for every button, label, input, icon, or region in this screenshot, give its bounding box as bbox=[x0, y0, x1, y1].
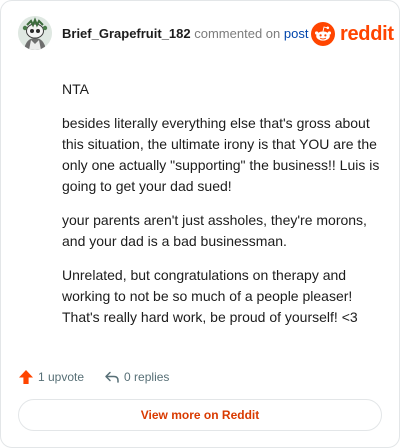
comment-body: NTA besides literally everything else th… bbox=[62, 79, 382, 341]
comment-paragraph: NTA bbox=[62, 81, 89, 97]
view-more-button[interactable]: View more on Reddit bbox=[18, 399, 382, 431]
upvote-count: 1 upvote bbox=[38, 370, 85, 384]
upvote-arrow-icon bbox=[19, 370, 33, 384]
reply-arrow-icon bbox=[105, 371, 119, 383]
user-avatar[interactable] bbox=[18, 16, 52, 50]
upvote-button[interactable]: 1 upvote bbox=[18, 369, 84, 385]
comment-paragraph: your parents aren't just assholes, they'… bbox=[62, 212, 367, 249]
snoo-avatar-icon bbox=[18, 16, 52, 50]
comment-embed-card: Brief_Grapefruit_182 commented on post r… bbox=[0, 0, 400, 448]
commented-on-text: commented on bbox=[194, 26, 281, 41]
reddit-logo[interactable]: reddit bbox=[311, 21, 394, 47]
comment-meta: Brief_Grapefruit_182 commented on post bbox=[62, 26, 308, 42]
comment-actions: 1 upvote 0 replies bbox=[18, 367, 169, 387]
post-link[interactable]: post bbox=[284, 26, 309, 41]
reply-button[interactable]: 0 replies bbox=[104, 369, 169, 385]
author-name[interactable]: Brief_Grapefruit_182 bbox=[62, 26, 191, 41]
comment-paragraph: besides literally everything else that's… bbox=[62, 115, 380, 194]
reply-count: 0 replies bbox=[124, 370, 170, 384]
reddit-wordmark: reddit bbox=[340, 23, 394, 45]
comment-paragraph: Unrelated, but congratulations on therap… bbox=[62, 267, 358, 325]
comment-header: Brief_Grapefruit_182 commented on post r… bbox=[1, 1, 399, 67]
reddit-snoo-icon bbox=[311, 22, 335, 46]
